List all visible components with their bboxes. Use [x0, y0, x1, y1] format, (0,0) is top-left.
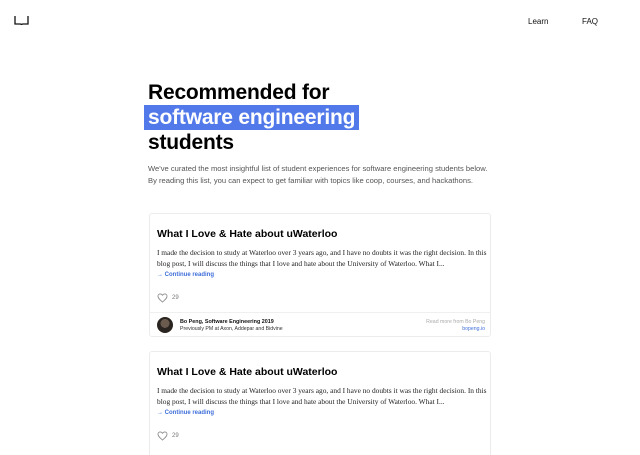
article-card[interactable]: What I Love & Hate about uWaterloo I mad… — [149, 213, 491, 337]
article-excerpt: I made the decision to study at Waterloo… — [157, 386, 487, 407]
like-count: 29 — [172, 295, 179, 301]
author-footer: Bo Peng, Software Engineering 2019 Previ… — [157, 317, 485, 333]
title-line-1: Recommended for — [148, 81, 330, 104]
read-more-label: Read more from Bo Peng — [426, 319, 485, 325]
card-divider — [150, 312, 490, 313]
author-role: Previously PM at Axon, Addepar and Bidvi… — [180, 326, 283, 332]
author-avatar — [157, 317, 173, 333]
article-card[interactable]: What I Love & Hate about uWaterloo I mad… — [149, 351, 491, 455]
article-title[interactable]: What I Love & Hate about uWaterloo — [157, 228, 337, 240]
heart-icon[interactable] — [157, 431, 168, 441]
nav-learn-link[interactable]: Learn — [528, 17, 548, 26]
hero-section: Recommended for software engineering stu… — [144, 80, 493, 186]
title-highlight: software engineering — [144, 105, 360, 130]
title-line-3: students — [148, 131, 234, 154]
article-excerpt: I made the decision to study at Waterloo… — [157, 248, 487, 269]
article-title[interactable]: What I Love & Hate about uWaterloo — [157, 366, 337, 378]
hero-description: We've curated the most insightful list o… — [148, 164, 488, 185]
like-group[interactable]: 29 — [157, 431, 179, 441]
heart-icon[interactable] — [157, 293, 168, 303]
page-title: Recommended for software engineering stu… — [144, 80, 493, 155]
book-logo-icon[interactable] — [14, 15, 29, 26]
author-name: Bo Peng, Software Engineering 2019 — [180, 319, 274, 325]
continue-reading-link[interactable]: → Continue reading — [157, 410, 214, 416]
author-site-link[interactable]: bopeng.io — [462, 326, 485, 332]
nav-faq-link[interactable]: FAQ — [582, 17, 598, 26]
continue-reading-link[interactable]: → Continue reading — [157, 272, 214, 278]
like-group[interactable]: 29 — [157, 293, 179, 303]
like-count: 29 — [172, 433, 179, 439]
